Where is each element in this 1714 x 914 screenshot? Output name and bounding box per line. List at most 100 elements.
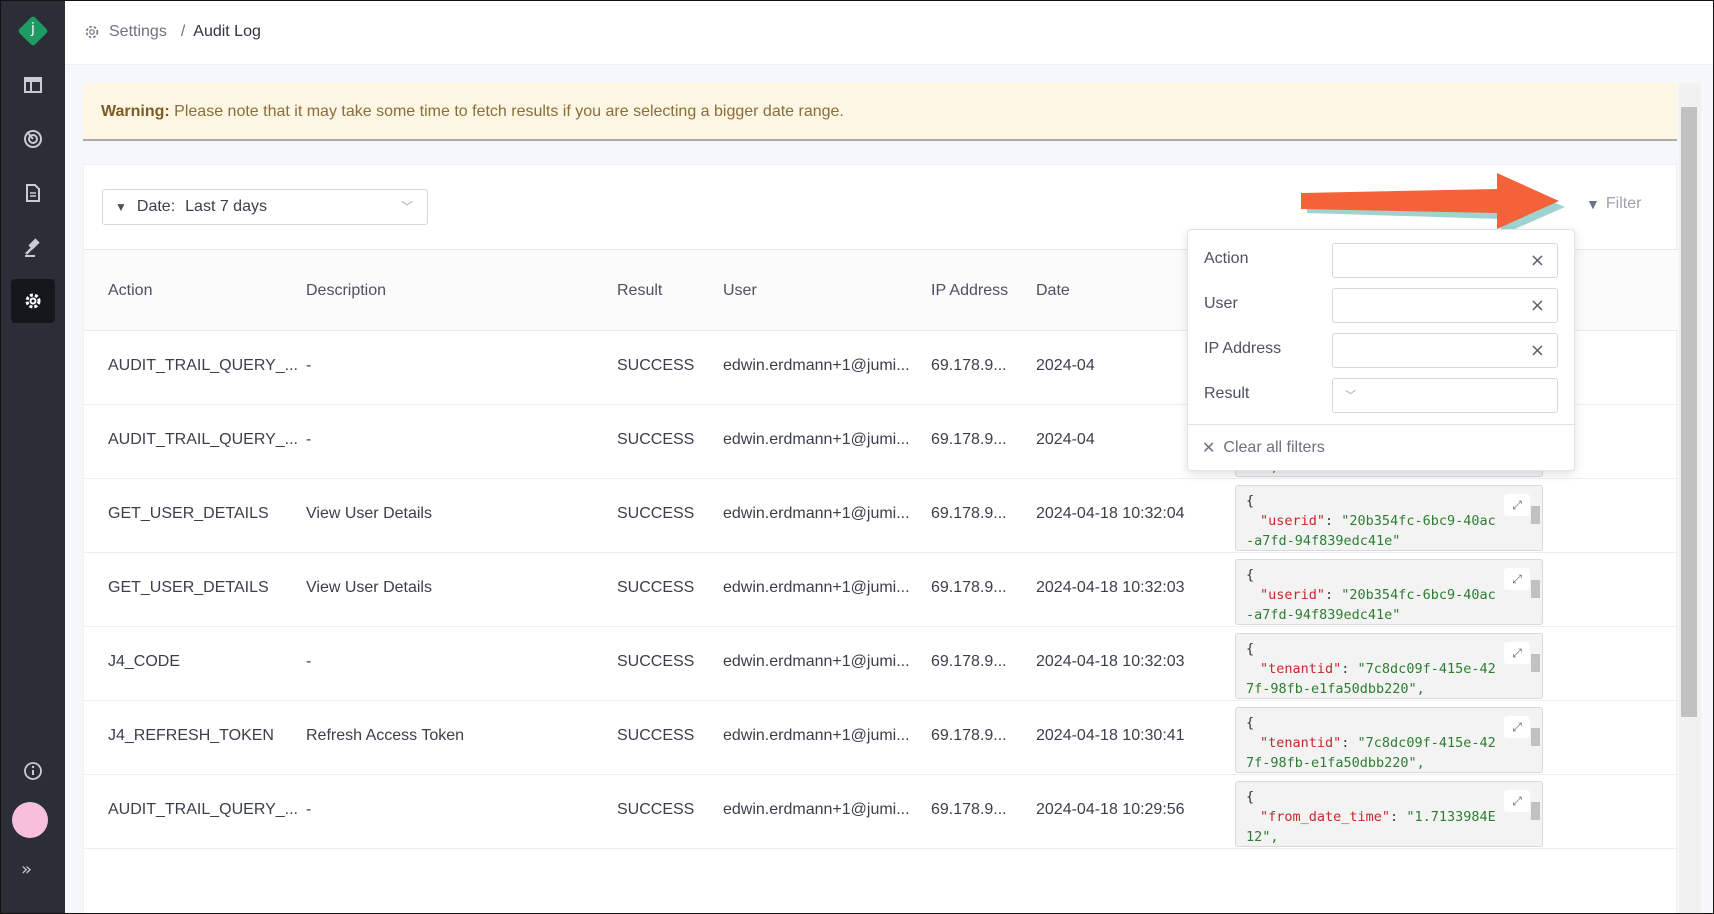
date-cell: 2024-04-18 10:32:03: [1036, 653, 1185, 670]
expand-icon[interactable]: ⤢: [1504, 790, 1530, 812]
column-header-user[interactable]: User: [723, 282, 757, 300]
table-icon: [24, 77, 42, 93]
expand-icon[interactable]: ⤢: [1504, 568, 1530, 590]
column-header-ip-address[interactable]: IP Address: [931, 282, 1008, 300]
column-header-description[interactable]: Description: [306, 282, 386, 300]
filter-user-input[interactable]: ×: [1332, 288, 1558, 323]
expand-icon[interactable]: ⤢: [1504, 494, 1530, 516]
result-cell: SUCCESS: [617, 653, 695, 670]
table-row[interactable]: AUDIT_TRAIL_QUERY_... - SUCCESS edwin.erdma…: [84, 775, 1678, 849]
json-scrollbar[interactable]: [1531, 640, 1540, 694]
clear-user-icon[interactable]: ×: [1530, 295, 1545, 316]
description-cell: View User Details: [306, 505, 432, 522]
table-row[interactable]: J4_CODE - SUCCESS edwin.erdmann+1@jumi... 69…: [84, 627, 1678, 701]
result-cell: SUCCESS: [617, 357, 695, 374]
ip-cell: 69.178.9...: [931, 357, 1007, 374]
breadcrumb-separator: /: [180, 23, 186, 40]
nav-table-icon[interactable]: [11, 63, 55, 107]
expand-sidebar-icon[interactable]: »: [21, 859, 32, 880]
description-cell: -: [306, 801, 312, 818]
gavel-icon: [25, 238, 40, 257]
payload-json-viewer[interactable]: {"from_date_time": "1.7133984E 12", ⤢: [1235, 781, 1543, 847]
filter-action-input[interactable]: ×: [1332, 243, 1558, 278]
document-icon: [26, 184, 40, 202]
json-value: "20b354fc-6bc9-40ac: [1341, 587, 1496, 603]
json-scrollbar-thumb[interactable]: [1531, 506, 1540, 524]
payload-json-viewer[interactable]: {"userid": "20b354fc-6bc9-40ac -a7fd-94f8…: [1235, 559, 1543, 625]
clear-ip-icon[interactable]: ×: [1530, 340, 1545, 361]
page-header: Settings / Audit Log: [65, 1, 1713, 65]
json-key: "from_date_time": [1260, 809, 1391, 825]
filter-result-select[interactable]: ﹀: [1332, 378, 1558, 413]
annotation-arrow: [1301, 173, 1565, 235]
expand-icon[interactable]: ⤢: [1504, 642, 1530, 664]
filter-icon: ▼: [115, 200, 127, 214]
page-title: Audit Log: [193, 23, 261, 40]
clear-action-icon[interactable]: ×: [1530, 250, 1545, 271]
ip-cell: 69.178.9...: [931, 579, 1007, 596]
date-range-select[interactable]: ▼ Date: Last 7 days ﹀: [102, 189, 428, 225]
user-avatar[interactable]: [12, 802, 48, 838]
filter-ip-label: IP Address: [1204, 340, 1282, 357]
description-cell: -: [306, 653, 312, 670]
action-cell: GET_USER_DETAILS: [108, 505, 269, 522]
table-row[interactable]: J4_REFRESH_TOKEN Refresh Access Token SUCC…: [84, 701, 1678, 775]
action-cell: J4_CODE: [108, 653, 181, 670]
column-header-result[interactable]: Result: [617, 282, 662, 300]
action-cell: AUDIT_TRAIL_QUERY_...: [108, 431, 298, 448]
result-cell: SUCCESS: [617, 431, 695, 448]
description-cell: View User Details: [306, 579, 432, 596]
json-scrollbar[interactable]: [1531, 788, 1540, 842]
filter-user-label: User: [1204, 295, 1238, 312]
nav-info-icon[interactable]: [11, 749, 55, 793]
result-cell: SUCCESS: [617, 801, 695, 818]
chevron-down-icon: ﹀: [400, 200, 413, 214]
filter-action-label: Action: [1204, 250, 1249, 267]
nav-gavel-icon[interactable]: [11, 225, 55, 269]
app-logo[interactable]: j: [17, 15, 49, 47]
warning-text: Please note that it may take some time t…: [169, 103, 844, 120]
json-open-brace: {: [1246, 641, 1255, 657]
payload-json-viewer[interactable]: {"tenantid": "7c8dc09f-415e-42 7f-98fb-e1…: [1235, 633, 1543, 699]
filter-button[interactable]: ▼ Filter: [1586, 195, 1641, 213]
expand-icon[interactable]: ⤢: [1504, 716, 1530, 738]
column-header-date[interactable]: Date: [1036, 282, 1070, 300]
date-value: Last 7 days: [185, 198, 267, 215]
date-cell: 2024-04-18 10:32:03: [1036, 579, 1185, 596]
user-cell: edwin.erdmann+1@jumi...: [723, 357, 910, 374]
table-row[interactable]: GET_USER_DETAILS View User Details SUCCESS…: [84, 479, 1678, 553]
payload-json-viewer[interactable]: {"tenantid": "7c8dc09f-415e-42 7f-98fb-e1…: [1235, 707, 1543, 773]
nav-document-icon[interactable]: [11, 171, 55, 215]
json-scrollbar-thumb[interactable]: [1531, 654, 1540, 672]
json-scrollbar-thumb[interactable]: [1531, 580, 1540, 598]
date-cell: 2024-04-18 10:32:04: [1036, 505, 1185, 522]
json-value-continued: -a7fd-94f839edc41e": [1246, 607, 1401, 623]
table-row[interactable]: GET_USER_DETAILS View User Details SUCCESS…: [84, 553, 1678, 627]
page-scrollbar-thumb[interactable]: [1681, 107, 1697, 717]
breadcrumb-settings[interactable]: Settings: [109, 23, 167, 41]
action-cell: GET_USER_DETAILS: [108, 579, 269, 596]
description-cell: -: [306, 431, 312, 448]
description-cell: -: [306, 357, 312, 374]
json-scrollbar-thumb[interactable]: [1531, 728, 1540, 746]
json-key: "userid": [1260, 587, 1326, 603]
nav-settings-icon[interactable]: [11, 279, 55, 323]
json-value: "1.7133984E: [1406, 809, 1496, 825]
json-scrollbar[interactable]: [1531, 492, 1540, 546]
nav-radar-icon[interactable]: [11, 117, 55, 161]
clear-all-filters-button[interactable]: ✕ Clear all filters: [1202, 438, 1325, 458]
json-value-continued: 7f-98fb-e1fa50dbb220",: [1246, 681, 1425, 697]
json-scrollbar[interactable]: [1531, 566, 1540, 620]
payload-json-viewer[interactable]: {"userid": "20b354fc-6bc9-40ac -a7fd-94f8…: [1235, 485, 1543, 551]
json-scrollbar[interactable]: [1531, 714, 1540, 768]
page-scrollbar[interactable]: [1679, 83, 1701, 913]
json-value-continued: 7f-98fb-e1fa50dbb220",: [1246, 755, 1425, 771]
json-key: "userid": [1260, 513, 1326, 529]
column-header-action[interactable]: Action: [108, 282, 152, 300]
json-scrollbar-thumb[interactable]: [1531, 802, 1540, 820]
filter-ip-input[interactable]: ×: [1332, 333, 1558, 368]
logo-letter: j: [31, 21, 35, 37]
app-window: j » Settings / Audit Log Warning: Please…: [0, 0, 1714, 914]
settings-icon: [25, 293, 41, 309]
result-cell: SUCCESS: [617, 727, 695, 744]
